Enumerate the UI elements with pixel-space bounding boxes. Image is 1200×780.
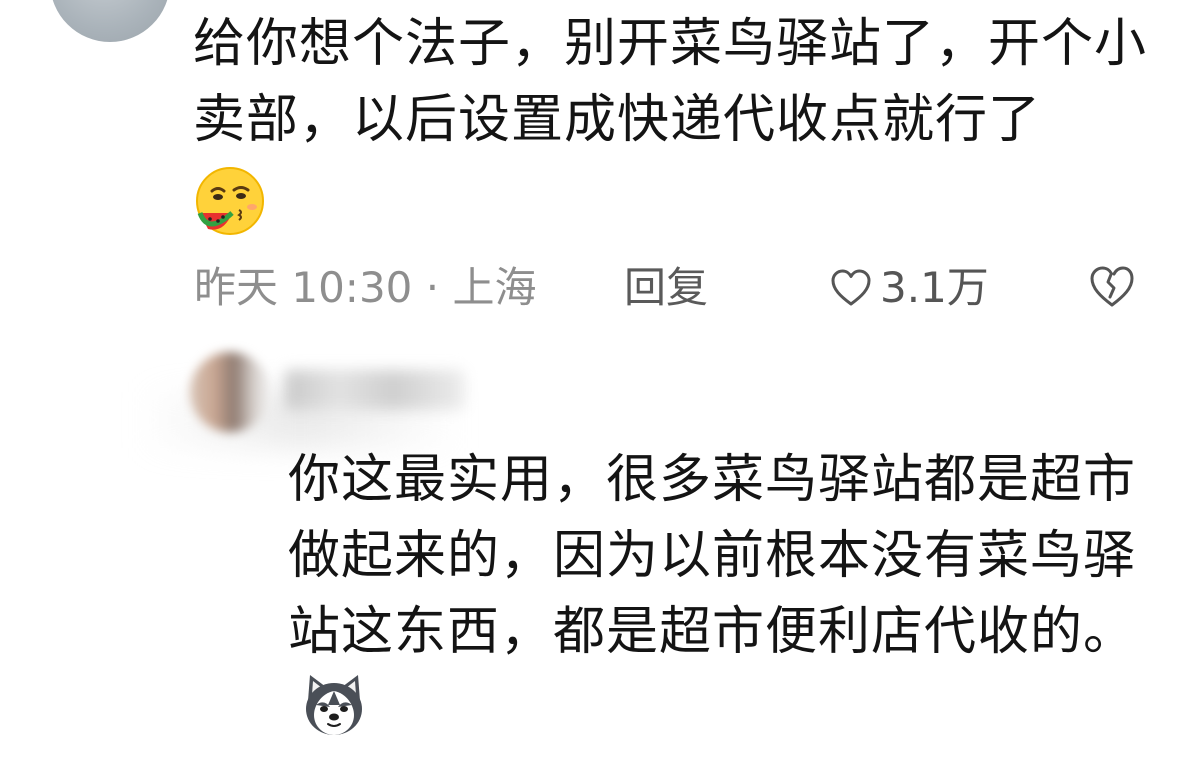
dislike-button[interactable] [1088, 264, 1136, 312]
like-count: 3.1万 [880, 263, 989, 312]
comment-time-location: 昨天 10:30 · 上海 [194, 263, 537, 312]
commenter-avatar[interactable] [50, 0, 170, 42]
reply-body: 你这最实用，很多菜鸟驿站都是超市做起来的，因为以前根本没有菜鸟驿站这东西，都是超… [288, 450, 1137, 662]
broken-heart-icon [1090, 266, 1134, 307]
reply-text: 你这最实用，很多菜鸟驿站都是超市做起来的，因为以前根本没有菜鸟驿站这东西，都是超… [288, 442, 1168, 746]
heart-outline-icon [831, 269, 871, 306]
replier-name-blurred[interactable] [285, 370, 465, 410]
replier-avatar[interactable] [190, 352, 270, 432]
watermelon-eating-emoji-icon [196, 167, 264, 235]
comment-body: 给你想个法子，别开菜鸟驿站了，开个小卖部，以后设置成快递代收点就行了 [193, 14, 1148, 150]
reply-button[interactable]: 回复 [624, 258, 708, 318]
comment-text: 给你想个法子，别开菜鸟驿站了，开个小卖部，以后设置成快递代收点就行了 [193, 6, 1178, 158]
husky-dog-emoji-icon [306, 675, 362, 735]
like-button[interactable]: 3.1万 [830, 258, 989, 318]
comment-meta-row: 昨天 10:30 · 上海 回复 3.1万 [194, 258, 1144, 318]
